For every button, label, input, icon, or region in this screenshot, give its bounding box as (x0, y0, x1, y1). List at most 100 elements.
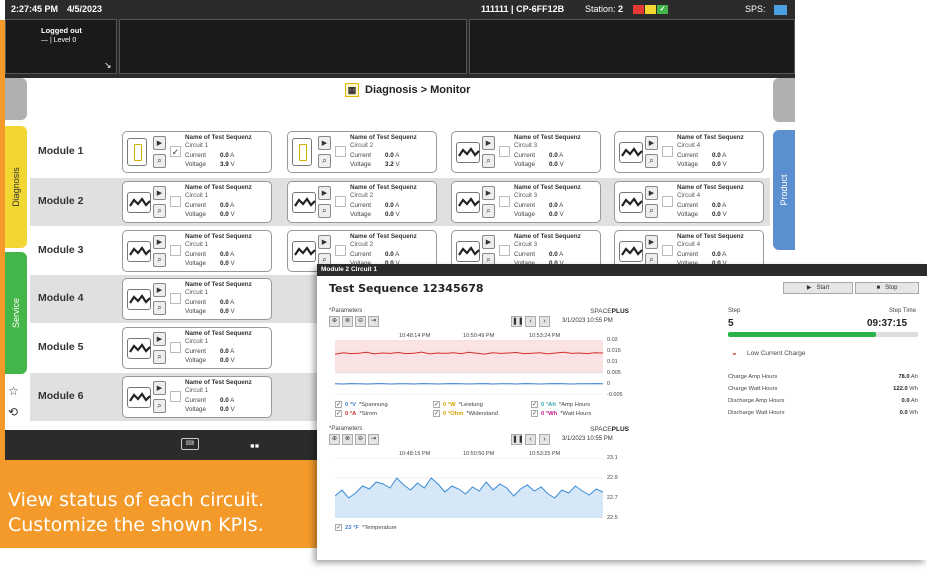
pause-button[interactable]: ❚❚ (511, 316, 524, 327)
play-button[interactable]: ▶ (318, 235, 331, 249)
zoom-button[interactable]: ⌕ (318, 154, 331, 168)
play-button[interactable]: ▶ (153, 381, 166, 395)
keyboard-icon[interactable]: ⌨ (181, 438, 199, 450)
side-tab-home[interactable] (5, 78, 27, 120)
circuit-checkbox[interactable] (170, 391, 181, 402)
play-button[interactable]: ▶ (318, 186, 331, 200)
legend-checkbox[interactable]: ✓ (433, 410, 440, 417)
circuit-card[interactable]: ▶ ⌕ Name of Test Sequenz Circuit 1 Current Vo… (122, 230, 272, 272)
side-tab-right-top[interactable] (773, 78, 795, 122)
circuit-checkbox[interactable] (499, 245, 510, 256)
circuit-checkbox[interactable] (335, 245, 346, 256)
next-button[interactable]: › (539, 434, 550, 445)
circuit-checkbox[interactable] (662, 196, 673, 207)
history-icon[interactable]: ⟲ (8, 405, 24, 421)
zoom-button[interactable]: ⌕ (645, 204, 658, 218)
legend-item[interactable]: ✓ 0 °Ohm *Widerstand (433, 410, 498, 417)
circuit-card[interactable]: ▶ ⌕ Name of Test Sequenz Circuit 1 Current Vo… (122, 327, 272, 369)
circuit-card[interactable]: ▶ ⌕ ✓ Name of Test Sequenz Circuit 1 Current V… (122, 131, 272, 173)
play-button[interactable]: ▶ (153, 283, 166, 297)
jump-icon[interactable]: ⇥ (368, 434, 379, 445)
play-button[interactable]: ▶ (153, 186, 166, 200)
legend-checkbox[interactable]: ✓ (335, 401, 342, 408)
circuit-checkbox[interactable] (335, 146, 346, 157)
zoom-in-icon[interactable]: ⊕ (329, 316, 340, 327)
circuit-checkbox[interactable] (499, 196, 510, 207)
zoom-button[interactable]: ⌕ (645, 154, 658, 168)
play-button[interactable]: ▶ (482, 136, 495, 150)
legend-checkbox[interactable]: ✓ (531, 410, 538, 417)
voltage-number: 0.0 (220, 260, 229, 267)
legend-checkbox[interactable]: ✓ (335, 524, 342, 531)
star-icon[interactable]: ☆ (8, 384, 24, 400)
legend-item[interactable]: ✓ 0 °A *Strom (335, 410, 377, 417)
jump-icon[interactable]: ⇥ (368, 316, 379, 327)
zoom-out-icon[interactable]: ⊖ (355, 434, 366, 445)
play-button[interactable]: ▶ (153, 136, 166, 150)
zoom-button[interactable]: ⌕ (153, 399, 166, 413)
play-button[interactable]: ▶ (645, 136, 658, 150)
circuit-card[interactable]: ▶ ⌕ Name of Test SequenzCircuit 3 Current Vo… (451, 181, 601, 223)
circuit-card[interactable]: ▶ ⌕ Name of Test Sequenz Circuit 1 Current Vo… (122, 278, 272, 320)
legend-checkbox[interactable]: ✓ (531, 401, 538, 408)
circuit-card[interactable]: ▶ ⌕ Name of Test SequenzCircuit 2 Current Vo… (287, 131, 437, 173)
circuit-checkbox[interactable]: ✓ (170, 146, 181, 157)
next-button[interactable]: › (539, 316, 550, 327)
play-button[interactable]: ▶ (318, 136, 331, 150)
zoom-button[interactable]: ⌕ (318, 204, 331, 218)
zoom-button[interactable]: ⌕ (153, 154, 166, 168)
prev-button[interactable]: ‹ (525, 434, 536, 445)
zoom-reset-icon[interactable]: ⊗ (342, 316, 353, 327)
play-button[interactable]: ▶ (482, 235, 495, 249)
circuit-card[interactable]: ▶ ⌕ Name of Test SequenzCircuit 3 Current Vo… (451, 131, 601, 173)
zoom-button[interactable]: ⌕ (482, 154, 495, 168)
start-button[interactable]: ▶ Start (783, 282, 853, 294)
alarm-chevron-icon[interactable]: ⌄ (731, 348, 738, 357)
circuit-checkbox[interactable] (335, 196, 346, 207)
current-number: 0.0 (385, 152, 394, 159)
play-button[interactable]: ▶ (153, 332, 166, 346)
play-button[interactable]: ▶ (645, 235, 658, 249)
zoom-button[interactable]: ⌕ (153, 350, 166, 364)
zoom-reset-icon[interactable]: ⊗ (342, 434, 353, 445)
login-panel[interactable]: Logged out — | Level 0 ↘ (5, 19, 117, 74)
legend-checkbox[interactable]: ✓ (335, 410, 342, 417)
circuit-checkbox[interactable] (170, 245, 181, 256)
play-button[interactable]: ▶ (482, 186, 495, 200)
legend-item[interactable]: ✓ 0 °Wh *Watt Hours (531, 410, 591, 417)
expand-arrow-icon[interactable]: ↘ (104, 60, 112, 71)
legend-checkbox[interactable]: ✓ (433, 401, 440, 408)
legend-item[interactable]: ✓ 0 °V *Spannung (335, 401, 388, 408)
tab-diagnosis[interactable]: Diagnosis (5, 126, 27, 248)
circuit-checkbox[interactable] (170, 196, 181, 207)
circuit-checkbox[interactable] (170, 293, 181, 304)
tab-service[interactable]: Service (5, 252, 27, 374)
zoom-in-icon[interactable]: ⊕ (329, 434, 340, 445)
circuit-checkbox[interactable] (662, 245, 673, 256)
zoom-button[interactable]: ⌕ (153, 301, 166, 315)
circuit-card[interactable]: ▶ ⌕ Name of Test SequenzCircuit 2 Current Vo… (287, 181, 437, 223)
legend-item[interactable]: ✓ 0 °Ah *Amp Hours (531, 401, 590, 408)
play-button[interactable]: ▶ (153, 235, 166, 249)
circuit-checkbox[interactable] (499, 146, 510, 157)
zoom-out-icon[interactable]: ⊖ (355, 316, 366, 327)
zoom-button[interactable]: ⌕ (482, 204, 495, 218)
zoom-button[interactable]: ⌕ (153, 253, 166, 267)
legend-item[interactable]: ✓ 23 °F *Temperature (335, 524, 397, 531)
legend-name: *Amp Hours (558, 401, 591, 408)
circuit-card[interactable]: ▶ ⌕ Name of Test SequenzCircuit 4 Current Vo… (614, 181, 764, 223)
stop-button[interactable]: ■ Stop (855, 282, 919, 294)
circuit-checkbox[interactable] (170, 342, 181, 353)
zoom-button[interactable]: ⌕ (153, 204, 166, 218)
pause-button[interactable]: ❚❚ (511, 434, 524, 445)
legend-item[interactable]: ✓ 0 °W *Leistung (433, 401, 483, 408)
circuit-checkbox[interactable] (662, 146, 673, 157)
tab-product[interactable]: Product (773, 130, 795, 250)
prev-button[interactable]: ‹ (525, 316, 536, 327)
waveform-icon (127, 338, 151, 359)
circuit-card[interactable]: ▶ ⌕ Name of Test Sequenz Circuit 1 Current Vo… (122, 181, 272, 223)
circuit-card[interactable]: ▶ ⌕ Name of Test Sequenz Circuit 1 Current Vo… (122, 376, 272, 418)
circuit-card[interactable]: ▶ ⌕ Name of Test SequenzCircuit 4 Current Vo… (614, 131, 764, 173)
app-grid-icon[interactable]: ▪▪ (250, 438, 259, 453)
play-button[interactable]: ▶ (645, 186, 658, 200)
